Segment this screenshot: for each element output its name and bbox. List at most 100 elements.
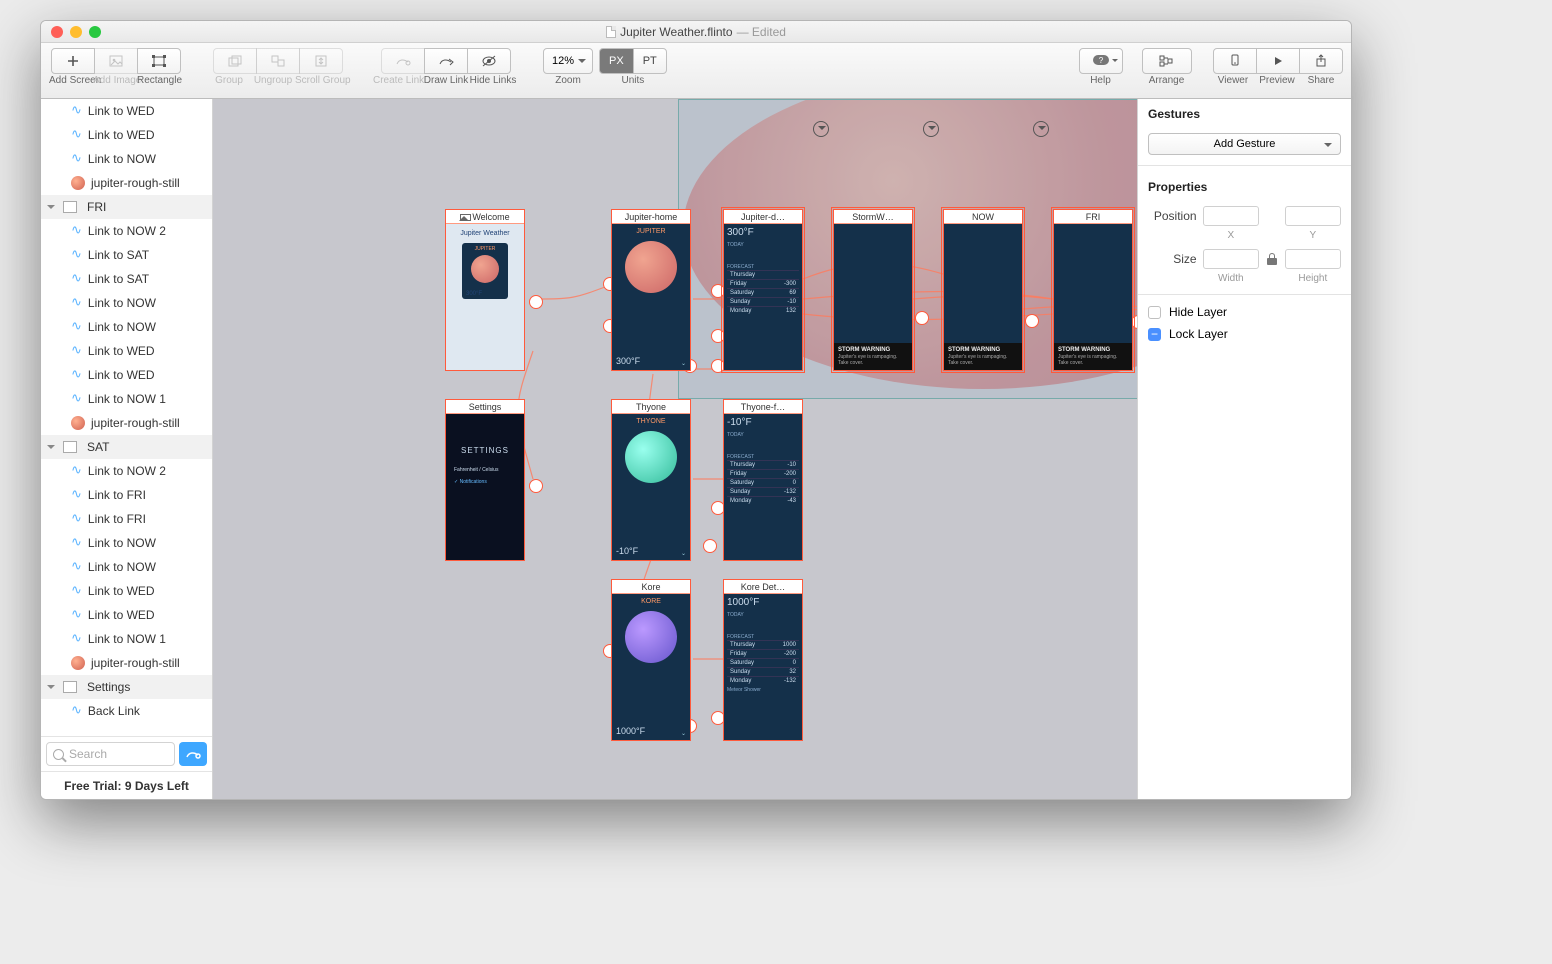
screen-jupiter-d[interactable]: Jupiter-d…300°FTODAYFORECASTThursdayFrid… — [723, 209, 803, 371]
sidebar-item[interactable]: ∿Link to NOW 2 — [41, 459, 212, 483]
lock-aspect-icon[interactable] — [1267, 253, 1277, 265]
screen-body[interactable]: STORM WARNINGJupiter's eye is rampaging.… — [944, 224, 1022, 370]
filter-links-button[interactable] — [179, 742, 207, 766]
screen-thyone-f[interactable]: Thyone-f…-10°FTODAYFORECASTThursday-10Fr… — [723, 399, 803, 561]
position-y-input[interactable] — [1285, 206, 1341, 226]
hide-links-button[interactable] — [467, 48, 511, 74]
help-button[interactable]: ? — [1079, 48, 1123, 74]
create-link-button[interactable] — [381, 48, 425, 74]
size-width-input[interactable] — [1203, 249, 1259, 269]
screen-kore[interactable]: KoreKORE1000°F⌄ — [611, 579, 691, 741]
screen-now[interactable]: NOWSTORM WARNINGJupiter's eye is rampagi… — [943, 209, 1023, 371]
sidebar-item[interactable]: ∿Link to NOW 1 — [41, 387, 212, 411]
add-gesture-button[interactable]: Add Gesture — [1148, 133, 1341, 155]
screen-stormw[interactable]: StormW…STORM WARNINGJupiter's eye is ram… — [833, 209, 913, 371]
node[interactable] — [1025, 314, 1039, 328]
screen-body[interactable]: THYONE-10°F⌄ — [612, 414, 690, 560]
sidebar-item[interactable]: ∿Link to NOW — [41, 531, 212, 555]
screen-title[interactable]: FRI — [1054, 210, 1132, 224]
screen-kore-det[interactable]: Kore Det…1000°FTODAYFORECASTThursday1000… — [723, 579, 803, 741]
sidebar-item[interactable]: jupiter-rough-still — [41, 651, 212, 675]
share-button[interactable] — [1299, 48, 1343, 74]
unit-pt-button[interactable]: PT — [633, 48, 667, 74]
viewer-button[interactable] — [1213, 48, 1257, 74]
node[interactable] — [703, 539, 717, 553]
sidebar-item[interactable]: jupiter-rough-still — [41, 411, 212, 435]
screen-body[interactable]: Jupiter WeatherJUPITER300°F — [446, 224, 524, 370]
close-icon[interactable] — [51, 26, 63, 38]
sidebar-group-settings[interactable]: Settings — [41, 675, 212, 699]
position-x-input[interactable] — [1203, 206, 1259, 226]
screen-title[interactable]: Jupiter-home — [612, 210, 690, 224]
scroll-group-button[interactable] — [299, 48, 343, 74]
screen-title[interactable]: Kore — [612, 580, 690, 594]
sidebar-item[interactable]: ∿Link to FRI — [41, 507, 212, 531]
scroll-entry-icon[interactable] — [1033, 121, 1049, 137]
zoom-icon[interactable] — [89, 26, 101, 38]
canvas[interactable]: WelcomeJupiter WeatherJUPITER300°FJupite… — [213, 99, 1137, 799]
preview-button[interactable] — [1256, 48, 1300, 74]
screen-fri[interactable]: FRISTORM WARNINGJupiter's eye is rampagi… — [1053, 209, 1133, 371]
ungroup-button[interactable] — [256, 48, 300, 74]
sidebar-group-sat[interactable]: SAT — [41, 435, 212, 459]
sidebar-item[interactable]: ∿Link to SAT — [41, 267, 212, 291]
group-button[interactable] — [213, 48, 257, 74]
sidebar-item[interactable]: ∿Link to WED — [41, 339, 212, 363]
size-height-input[interactable] — [1285, 249, 1341, 269]
sidebar-item[interactable]: ∿Link to WED — [41, 579, 212, 603]
sidebar-item[interactable]: ∿Link to NOW — [41, 555, 212, 579]
sidebar-item[interactable]: ∿Link to NOW — [41, 147, 212, 171]
scroll-entry-icon[interactable] — [923, 121, 939, 137]
node[interactable] — [529, 295, 543, 309]
node[interactable] — [529, 479, 543, 493]
rectangle-button[interactable] — [137, 48, 181, 74]
sidebar-item[interactable]: ∿Link to SAT — [41, 243, 212, 267]
layer-list[interactable]: ∿Link to WED∿Link to WED∿Link to NOWjupi… — [41, 99, 212, 736]
screen-body[interactable]: SETTINGSFahrenheit / Celsius✓ Notificati… — [446, 414, 524, 560]
add-screen-button[interactable] — [51, 48, 95, 74]
screen-body[interactable]: -10°FTODAYFORECASTThursday-10Friday-200S… — [724, 414, 802, 560]
sidebar-item[interactable]: ∿Link to WED — [41, 363, 212, 387]
search-input[interactable]: Search — [46, 742, 175, 766]
unit-px-button[interactable]: PX — [599, 48, 634, 74]
sidebar-item[interactable]: ∿Back Link — [41, 699, 212, 723]
node[interactable] — [915, 311, 929, 325]
sidebar-item[interactable]: ∿Link to WED — [41, 99, 212, 123]
add-image-button[interactable] — [94, 48, 138, 74]
hide-layer-checkbox[interactable] — [1148, 306, 1161, 319]
screen-jupiter-home[interactable]: Jupiter-homeJUPITER300°F⌄ — [611, 209, 691, 371]
sidebar-item[interactable]: ∿Link to FRI — [41, 483, 212, 507]
screen-body[interactable]: JUPITER300°F⌄ — [612, 224, 690, 370]
scroll-entry-icon[interactable] — [813, 121, 829, 137]
sidebar-item[interactable]: ∿Link to NOW — [41, 291, 212, 315]
sidebar-item[interactable]: ∿Link to NOW 1 — [41, 627, 212, 651]
screen-thyone[interactable]: ThyoneTHYONE-10°F⌄ — [611, 399, 691, 561]
sidebar-item[interactable]: ∿Link to NOW 2 — [41, 219, 212, 243]
sidebar-item[interactable]: ∿Link to NOW — [41, 315, 212, 339]
arrange-button[interactable] — [1142, 48, 1192, 74]
sidebar-item[interactable]: ∿Link to WED — [41, 123, 212, 147]
screen-title[interactable]: Thyone — [612, 400, 690, 414]
titlebar[interactable]: Jupiter Weather.flinto — Edited — [41, 21, 1351, 43]
screen-welcome[interactable]: WelcomeJupiter WeatherJUPITER300°F — [445, 209, 525, 371]
screen-title[interactable]: Welcome — [446, 210, 524, 224]
sidebar-group-fri[interactable]: FRI — [41, 195, 212, 219]
zoom-select[interactable]: 12% — [543, 48, 593, 74]
lock-layer-checkbox[interactable]: − — [1148, 328, 1161, 341]
screen-title[interactable]: Jupiter-d… — [724, 210, 802, 224]
screen-title[interactable]: StormW… — [834, 210, 912, 224]
screen-body[interactable]: STORM WARNINGJupiter's eye is rampaging.… — [1054, 224, 1132, 370]
trial-banner[interactable]: Free Trial: 9 Days Left — [41, 771, 212, 799]
sidebar-item[interactable]: jupiter-rough-still — [41, 171, 212, 195]
screen-body[interactable]: KORE1000°F⌄ — [612, 594, 690, 740]
screen-body[interactable]: 1000°FTODAYFORECASTThursday1000Friday-20… — [724, 594, 802, 740]
screen-body[interactable]: STORM WARNINGJupiter's eye is rampaging.… — [834, 224, 912, 370]
screen-settings[interactable]: SettingsSETTINGSFahrenheit / Celsius✓ No… — [445, 399, 525, 561]
screen-title[interactable]: Kore Det… — [724, 580, 802, 594]
sidebar-item[interactable]: ∿Link to WED — [41, 603, 212, 627]
screen-title[interactable]: NOW — [944, 210, 1022, 224]
screen-body[interactable]: 300°FTODAYFORECASTThursdayFriday-300Satu… — [724, 224, 802, 370]
screen-title[interactable]: Settings — [446, 400, 524, 414]
minimize-icon[interactable] — [70, 26, 82, 38]
draw-link-button[interactable] — [424, 48, 468, 74]
